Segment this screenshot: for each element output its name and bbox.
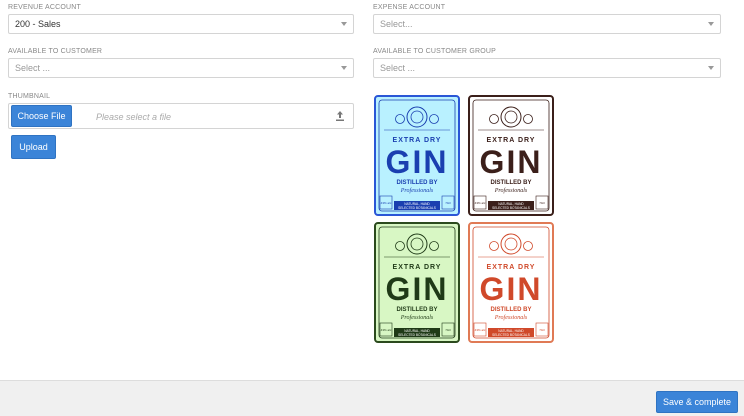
chevron-down-icon [341, 22, 347, 26]
gin-left-badge: 43% alc [381, 201, 392, 205]
save-complete-button[interactable]: Save & complete [656, 391, 738, 413]
available-to-customer-group-select[interactable]: Select ... [373, 58, 721, 78]
gin-label-green: EXTRA DRY GIN DISTILLED BY Professionals… [374, 222, 460, 343]
gin-bottom2: SELECTED BOTANICALS [398, 333, 436, 337]
expense-account-select[interactable]: Select... [373, 14, 721, 34]
available-to-customer-group-placeholder: Select ... [380, 63, 416, 73]
file-placeholder: Please select a file [96, 112, 172, 122]
emblem-icon [384, 106, 450, 131]
available-to-customer-group-label: AVAILABLE TO CUSTOMER GROUP [373, 48, 497, 55]
gin-right-badge: 70cl [445, 201, 451, 205]
gin-script-text: Professionals [494, 314, 528, 321]
gin-sub-text: DISTILLED BY [490, 307, 531, 313]
gin-bottom2: SELECTED BOTANICALS [492, 206, 530, 210]
available-to-customer-placeholder: Select ... [15, 63, 51, 73]
gin-top-text: EXTRA DRY [393, 137, 442, 144]
gin-main-text: GIN [480, 271, 543, 307]
available-to-customer-select[interactable]: Select ... [8, 58, 354, 78]
thumbnail-label: THUMBNAIL [8, 93, 51, 100]
gin-main-text: GIN [386, 144, 449, 180]
gin-label-brown: EXTRA DRY GIN DISTILLED BY Professionals… [468, 95, 554, 216]
gin-bottom2: SELECTED BOTANICALS [398, 206, 436, 210]
gin-bottom2: SELECTED BOTANICALS [492, 333, 530, 337]
gin-sub-text: DISTILLED BY [490, 180, 531, 186]
upload-icon[interactable] [335, 110, 345, 122]
emblem-icon [384, 233, 450, 258]
gin-left-badge: 43% alc [475, 201, 486, 205]
gin-left-badge: 43% alc [475, 328, 486, 332]
gin-right-badge: 70cl [445, 328, 451, 332]
gin-top-text: EXTRA DRY [487, 264, 536, 271]
emblem-icon [478, 106, 544, 131]
gin-script-text: Professionals [400, 187, 434, 194]
gin-right-badge: 70cl [539, 328, 545, 332]
gin-script-text: Professionals [494, 187, 528, 194]
choose-file-button[interactable]: Choose File [11, 105, 72, 127]
expense-account-placeholder: Select... [380, 19, 413, 29]
gin-main-text: GIN [386, 271, 449, 307]
footer-bar: Save & complete [0, 380, 744, 416]
chevron-down-icon [708, 66, 714, 70]
available-to-customer-label: AVAILABLE TO CUSTOMER [8, 48, 103, 55]
gin-sub-text: DISTILLED BY [396, 180, 437, 186]
gin-top-text: EXTRA DRY [393, 264, 442, 271]
expense-account-label: EXPENSE ACCOUNT [373, 4, 446, 11]
gin-label-blue: EXTRA DRY GIN DISTILLED BY Professionals… [374, 95, 460, 216]
gin-right-badge: 70cl [539, 201, 545, 205]
gin-label-orange: EXTRA DRY GIN DISTILLED BY Professionals… [468, 222, 554, 343]
revenue-account-label: REVENUE ACCOUNT [8, 4, 82, 11]
upload-button[interactable]: Upload [11, 135, 56, 159]
emblem-icon [478, 233, 544, 258]
gin-sub-text: DISTILLED BY [396, 307, 437, 313]
revenue-account-select[interactable]: 200 - Sales [8, 14, 354, 34]
chevron-down-icon [708, 22, 714, 26]
revenue-account-value: 200 - Sales [15, 19, 61, 29]
gin-script-text: Professionals [400, 314, 434, 321]
gin-left-badge: 43% alc [381, 328, 392, 332]
gin-top-text: EXTRA DRY [487, 137, 536, 144]
chevron-down-icon [341, 66, 347, 70]
gin-main-text: GIN [480, 144, 543, 180]
